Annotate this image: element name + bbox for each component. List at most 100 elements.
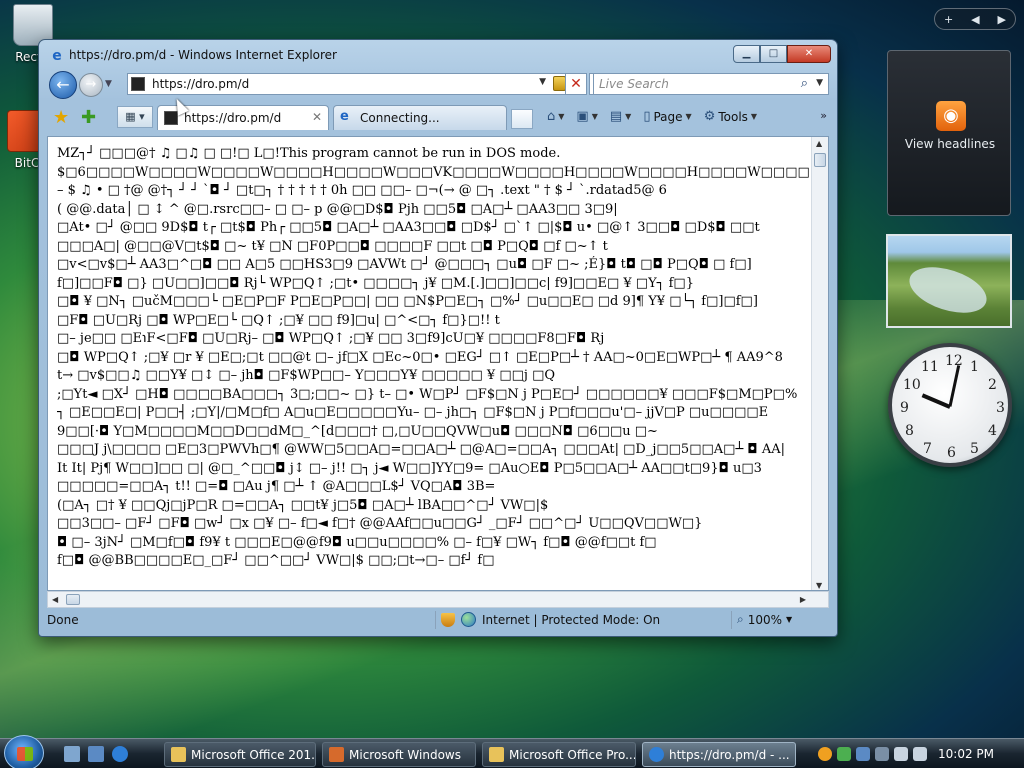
system-tray: 10:02 PM	[818, 743, 1020, 765]
address-bar[interactable]: https://dro.pm/d ▼	[127, 73, 587, 95]
clock-numeral: 7	[923, 441, 932, 457]
taskbar-button-office-2[interactable]: Microsoft Office Pro...	[482, 742, 636, 767]
security-zone[interactable]: Internet | Protected Mode: On	[441, 612, 660, 627]
content-line: f□]□□F◘ □} □U□□]□□◘ Rj└ WP□Q↑ ;□t• □□□□┐…	[57, 275, 694, 291]
taskbar-button-microsoft-windows[interactable]: Microsoft Windows	[322, 742, 476, 767]
start-button[interactable]	[4, 735, 44, 768]
favorites-star-icon[interactable]: ★	[53, 107, 69, 128]
search-icon[interactable]: ⌕	[801, 76, 808, 91]
sidebar-prev-icon[interactable]: ◀	[971, 13, 979, 26]
tray-security-icon[interactable]	[837, 747, 851, 761]
content-line: – $ ♫ • □ †@ @†┐ ┘ ┘ `◘ ┘ □t□┐ † † † † †…	[57, 183, 667, 198]
taskbar-clock[interactable]: 10:02 PM	[938, 747, 994, 761]
title-bar[interactable]: e https://dro.pm/d - Windows Internet Ex…	[39, 40, 837, 70]
zoom-control[interactable]: ⌕ 100% ▼	[737, 612, 792, 627]
home-button[interactable]: ⌂ ▼	[543, 108, 568, 125]
ie-window: e https://dro.pm/d - Windows Internet Ex…	[38, 39, 838, 637]
window-controls: ▁ □ ✕	[733, 45, 831, 63]
page-content[interactable]: MZ┐┘ □□□@† ♫ □♫ □ □!□ L□!This program ca…	[47, 136, 829, 591]
scroll-down-icon[interactable]: ▼	[816, 581, 822, 590]
search-box[interactable]: Live Search ⌕ ▼	[593, 73, 829, 95]
scroll-thumb[interactable]	[814, 153, 826, 167]
zoom-icon: ⌕	[737, 612, 744, 626]
content-line: □□□A□| @□□@V□t$◘ □~ t¥ □N □F0P□□◘ □□□□F …	[57, 238, 608, 254]
address-dropdown-icon[interactable]: ▼	[539, 77, 546, 87]
horizontal-scrollbar[interactable]: ◀ ▶	[47, 591, 829, 608]
window-title: https://dro.pm/d - Windows Internet Expl…	[69, 48, 337, 62]
clock-numeral: 2	[988, 377, 997, 393]
sidebar-next-icon[interactable]: ▶	[998, 13, 1006, 26]
page-menu-label: Page	[653, 109, 683, 124]
address-text[interactable]: https://dro.pm/d	[152, 77, 249, 91]
add-favorites-icon[interactable]: ✚	[81, 107, 96, 128]
tabs-bar: ★ ✚ ▦ ▾ https://dro.pm/d ✕ e Connecting.…	[43, 103, 833, 131]
recent-pages-dropdown[interactable]: ▼	[105, 79, 112, 89]
clock-numeral: 9	[900, 400, 909, 416]
close-button[interactable]: ✕	[787, 45, 831, 63]
taskbar-button-label: Microsoft Windows	[349, 748, 461, 762]
sidebar-controls: + ◀ ▶	[934, 8, 1016, 30]
clock-numeral: 4	[988, 423, 997, 439]
zoom-level: 100%	[747, 612, 783, 627]
ie-icon: e	[52, 48, 62, 64]
tab-close-icon[interactable]: ✕	[312, 110, 322, 124]
search-placeholder[interactable]: Live Search	[599, 77, 669, 91]
content-line: f□◘ @@BB□□□□E□_□F┘ □□^□□┘ VW□|$ □□;□t→□–…	[57, 553, 495, 568]
scroll-thumb[interactable]	[66, 594, 80, 605]
taskbar-button-office-1[interactable]: Microsoft Office 201...	[164, 742, 316, 767]
tools-menu[interactable]: ⚙ Tools ▼	[700, 108, 761, 125]
add-gadget-icon[interactable]: +	[944, 13, 953, 26]
content-line: (□A┐ □† ¥ □□Qj□jP□R □=□□A┐ □□t¥ j□5◘ □A□…	[57, 497, 549, 513]
content-line: □□□□□=□□A┐ t!! □=◘ □Au j¶ □┴ ↑ @A□□□L$┘ …	[57, 479, 496, 494]
forward-button[interactable]: →	[79, 73, 103, 97]
tray-volume-icon[interactable]	[913, 747, 927, 761]
maximize-button[interactable]: □	[760, 45, 787, 63]
taskbar-button-ie[interactable]: https://dro.pm/d - ...	[642, 742, 796, 767]
print-button[interactable]: ▤ ▼	[606, 108, 635, 125]
page-menu[interactable]: ▯ Page ▼	[639, 108, 695, 125]
content-line: □At• □┘ @□□ 9D$◘ t┌ □t$◘ Ph┌ □□5◘ □A□┴ □…	[57, 220, 760, 235]
vertical-scrollbar[interactable]: ▲ ▼	[811, 137, 828, 590]
tab-connecting[interactable]: e Connecting...	[333, 105, 507, 130]
scroll-up-icon[interactable]: ▲	[816, 139, 822, 148]
chevron-down-icon: ▼	[625, 112, 632, 121]
status-divider	[435, 611, 436, 629]
search-dropdown-icon[interactable]: ▼	[816, 78, 823, 88]
gear-icon: ⚙	[703, 109, 716, 124]
feed-headlines-gadget[interactable]: ◉ View headlines	[887, 50, 1011, 216]
back-button[interactable]: ←	[49, 71, 77, 99]
new-tab-button[interactable]	[511, 109, 533, 129]
minimize-button[interactable]: ▁	[733, 45, 760, 63]
content-line: □◘ ¥ □N┐ □učM□□□└ □E□P□F P□E□P□□| □□ □N$…	[57, 294, 758, 309]
tray-update-icon[interactable]	[856, 747, 870, 761]
toolbar-overflow-icon[interactable]: »	[820, 109, 827, 122]
status-bar: Done Internet | Protected Mode: On ⌕ 100…	[43, 610, 833, 632]
stop-button[interactable]: ✕	[565, 73, 587, 95]
tray-shield-icon[interactable]	[875, 747, 889, 761]
feeds-button[interactable]: ▣ ▼	[572, 108, 601, 125]
content-line: ;□Yt◄ □X┘ □H◘ □□□□BA□□□┐ 3□;□□~ □} t– □•…	[57, 386, 798, 402]
taskbar: Microsoft Office 201... Microsoft Window…	[0, 735, 1024, 768]
clock-numeral: 11	[921, 359, 939, 375]
switch-windows-icon[interactable]	[88, 746, 104, 762]
quick-tabs-button[interactable]: ▦ ▾	[117, 106, 153, 128]
scroll-right-icon[interactable]: ▶	[800, 595, 806, 604]
clock-numeral: 6	[947, 445, 956, 461]
clock-numeral: 5	[970, 441, 979, 457]
tray-network-icon[interactable]	[894, 747, 908, 761]
ie-icon	[649, 747, 664, 762]
slideshow-gadget[interactable]	[886, 234, 1012, 328]
content-line: ( @@.data│ □ ↕ ^ @□.rsrc□□– □ □– p @@□D$…	[57, 201, 618, 217]
chevron-down-icon: ▼	[591, 112, 598, 121]
taskbar-button-label: Microsoft Office Pro...	[509, 748, 636, 762]
home-icon: ⌂	[547, 109, 556, 124]
ie-quicklaunch-icon[interactable]	[112, 746, 128, 762]
scroll-left-icon[interactable]: ◀	[52, 595, 58, 604]
content-line: ┐ □E□□E□| P□□┤ ;□Y|/□M□f□ A□u□E□□□□□Yu– …	[57, 405, 769, 420]
clock-gadget[interactable]: 12 3 6 9 1 2 4 5 7 8 10 11	[888, 343, 1012, 467]
binary-text-content: MZ┐┘ □□□@† ♫ □♫ □ □!□ L□!This program ca…	[57, 145, 809, 571]
content-line: □◘ WP□Q↑ ;□¥ □r ¥ □E□;□t □□@t □– jf□X □E…	[57, 349, 783, 365]
tray-app-icon[interactable]	[818, 747, 832, 761]
view-headlines-label[interactable]: View headlines	[888, 137, 1012, 151]
show-desktop-icon[interactable]	[64, 746, 80, 762]
